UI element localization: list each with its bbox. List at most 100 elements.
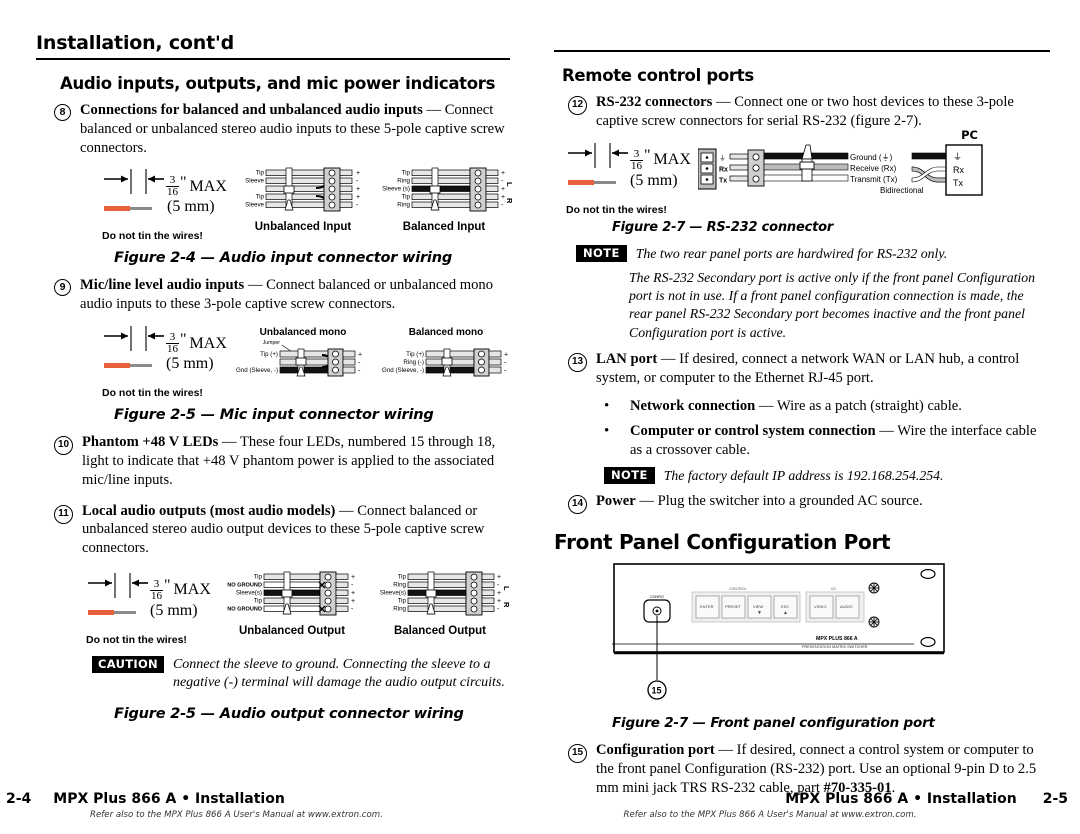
sign-1: + [356,170,360,177]
balanced-mono-title: Balanced mono [408,327,484,339]
header-rule [36,58,510,60]
list-item-14-text: Power — Plug the switcher into a grounde… [596,492,923,514]
item-11-dash: — [335,502,358,519]
blbl-ring-1: Ring [397,178,410,185]
item-10-dash: — [218,434,240,451]
pin-label-tx: Tx [719,177,727,184]
panel-model-subtitle: PRESENTATION MATRIX SWITCHER [802,645,868,649]
item-13-dash: — [657,350,680,367]
button-preset-label: PRESET [725,604,742,609]
bout-tip-2: Tip [398,597,407,604]
svg-text:▲: ▲ [783,610,788,616]
bout-sleeve: Sleeve(s) [380,589,406,596]
item-12-dash: — [712,94,735,110]
right-header-rule [554,50,1050,52]
item-8-bold: Connections for balanced and unbalanced … [80,102,423,118]
bullet-dot-icon: • [604,397,610,414]
note-badge-rs232: NOTE [576,244,627,263]
list-item-15-text: Configuration port — If desired, connect… [596,741,1050,797]
callout-number-13: 13 [568,352,587,372]
item-12-bold: RS-232 connectors [596,94,713,110]
callout-number-15: 15 [568,743,587,763]
unbalanced-mono-svg: Jumper Tip (+) Gnd (Sleeve, -) + - - [236,340,362,377]
lan-bullet-0-dash: — [755,397,777,414]
max-label: MAX [189,177,227,195]
item-11-bold: Local audio outputs (most audio models) [82,502,336,519]
caution-block: CAUTION Connect the sleeve to ground. Co… [92,655,510,692]
wire-strip-illustration: 3 16 " MAX (5 mm) Do not tin the wires! [102,166,228,242]
section-heading-remote: Remote control ports [562,66,754,85]
page-title: Installation, cont'd [36,32,235,54]
lan-bullet-network: • Network connection — Wire as a patch (… [604,397,1050,416]
out-noground-2: NO GROUND [227,606,262,612]
item-14-dash: — [635,492,658,509]
list-item-13-text: LAN port — If desired, connect a network… [596,350,1050,388]
do-not-tin-warning: Do not tin the wires! [102,230,203,243]
item-14-bold: Power [596,492,636,509]
callout-number-10: 10 [54,436,73,456]
figure-mic-input: 3 16 " MAX (5 mm) Do not tin the wires! … [102,323,510,399]
item-9-dash: — [244,277,267,294]
figure-front-panel: CONFIG CONTROL ENTER PRESET VIEW ESC ▼ ▲ [584,560,1050,713]
svg-text:▼: ▼ [757,610,762,616]
figure-audio-output-graphics: 3 16 " MAX (5 mm) Do not tin the wires! … [86,570,511,646]
blbl-ring-2: Ring [397,202,410,209]
callout-number-9: 9 [54,279,71,297]
label-sleeve-2: Sleeve [245,202,264,209]
note-text-rs232: The two rear panel ports are hardwired f… [635,245,948,261]
bmono-tip-label: Tip (+) [406,351,424,358]
bsign-3: + [501,186,505,193]
left-page-number: 2-4 [6,791,32,807]
channel-right: R [505,198,514,204]
wire-strip-illustration-out: 3 16 " MAX (5 mm) Do not tin the wires! [86,570,212,646]
mono-sign-1: + [358,352,362,359]
balanced-output-title: Balanced Output [393,624,486,637]
lan-bullet-network-text: Network connection — Wire as a patch (st… [630,397,962,416]
button-audio-label: AUDIO [840,604,853,609]
do-not-tin-warning-mic: Do not tin the wires! [102,387,203,400]
bout-sign-4: + [497,598,501,605]
lan-bullet-computer-text: Computer or control system connection — … [630,422,1050,460]
mono-sign-2: - [358,360,361,367]
item-14-rest: Plug the switcher into a grounded AC sou… [657,492,923,509]
figure-2-5-mic-caption: Figure 2-5 — Mic input connector wiring [114,407,434,424]
jumper-label: Jumper [263,340,281,346]
list-item-12: 12 RS-232 connectors — Connect one or tw… [568,93,1050,131]
list-item-11: 11 Local audio outputs (most audio model… [54,502,510,558]
front-panel-svg: CONFIG CONTROL ENTER PRESET VIEW ESC ▼ ▲ [612,563,945,700]
bout-sign-3: + [497,590,501,597]
blbl-tip-2: Tip [402,194,411,201]
balanced-input-svg: Tip Ring Sleeve (s) Tip Ring + - + + - L… [382,167,514,212]
mono-tip-label: Tip (+) [260,351,278,358]
mm-label-out: (5 mm) [150,601,198,619]
out-noground-1: NO GROUND [227,582,262,588]
wire-strip-illustration-rs232: 3 16 " MAX (5 mm) Do not tin the wires! [566,140,692,216]
left-footer: 2-4 MPX Plus 866 A • Installation Refer … [0,791,540,820]
pin-label-rx: Rx [719,166,728,173]
control-group-label: CONTROL [729,587,747,591]
item-9-bold: Mic/line level audio inputs [80,277,245,294]
item-15-bold: Configuration port [596,741,715,758]
list-item-14: 14 Power — Plug the switcher into a grou… [568,492,1050,514]
fraction-three-sixteenths-rs232: 3 16 [630,147,643,172]
figure-mic-input-graphics: 3 16 " MAX (5 mm) Do not tin the wires! … [102,323,510,399]
pc-label: PC [961,127,978,142]
right-page: Remote control ports 12 RS-232 connector… [540,0,1080,834]
document-page: Installation, cont'd Audio inputs, outpu… [0,0,1080,834]
callout-number-11: 11 [54,504,73,524]
bmono-sign-2: - [504,360,507,367]
out-tip-1: Tip [254,573,263,580]
balanced-mono-connector: Balanced mono Tip (+) Ring (-) Gnd (Slee… [376,327,516,382]
lan-bullet-computer: • Computer or control system connection … [604,422,1050,460]
do-not-tin-warning-out: Do not tin the wires! [86,633,187,646]
figure-2-5-output-caption: Figure 2-5 — Audio output connector wiri… [114,706,464,723]
rs232-wiring-diagram: PC ⏚ Rx Tx Ground (⏚) Receive (Rx) Trans… [697,128,984,206]
right-page-number: 2-5 [1042,791,1068,807]
max-label-rs232: MAX [653,151,691,169]
pc-pin-tx: Tx [953,178,963,188]
figure-rs232-graphics: 3 16 " MAX (5 mm) Do not tin the wires! … [566,128,1050,216]
unbalanced-input-connector: Tip Sleeve Tip Sleeve + - + + - Unbalanc… [238,166,368,233]
figure-2-7-front-panel-caption: Figure 2-7 — Front panel configuration p… [612,714,935,731]
label-tip-2: Tip [256,194,265,201]
note-body-rs232: The RS-232 Secondary port is active only… [629,269,1036,340]
